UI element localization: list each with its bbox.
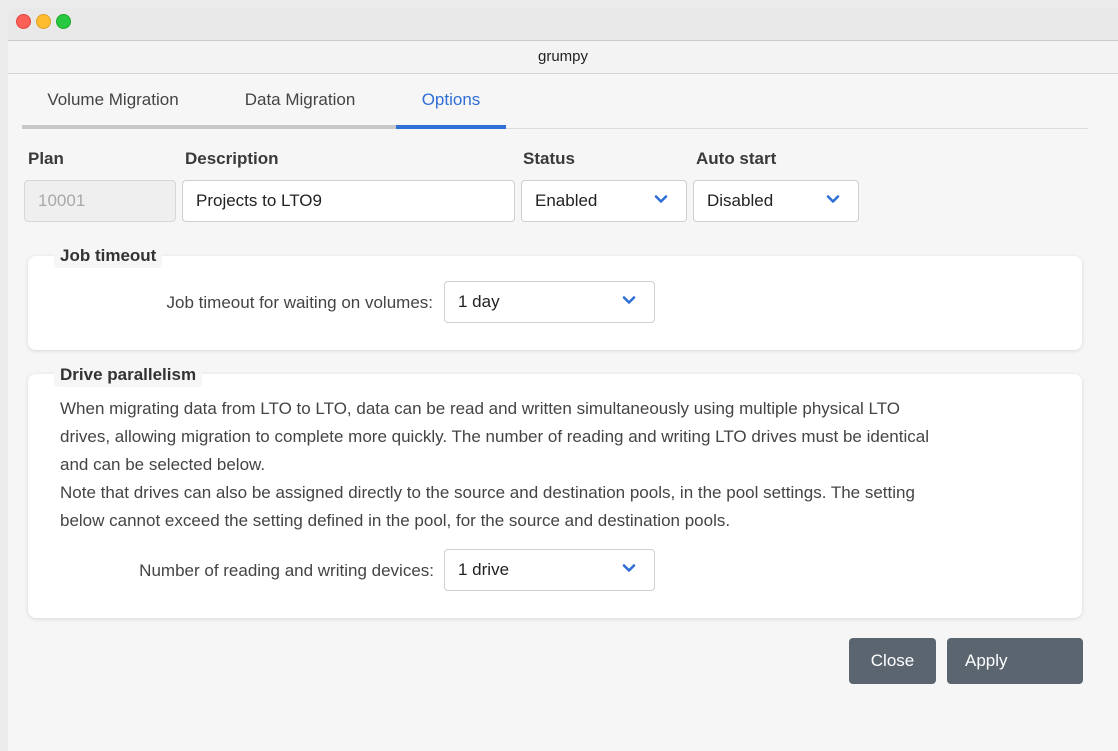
tab-underline [204,125,396,129]
status-select[interactable]: Enabled [521,180,687,222]
tab-label: Data Migration [244,90,356,109]
plan-label: Plan [28,149,64,168]
window-title: grumpy [8,40,1118,74]
tab-underline-active [396,125,506,129]
description-label: Description [185,149,279,168]
plan-field: 10001 [24,180,176,222]
status-label: Status [523,149,575,168]
devices-label: Number of reading and writing devices: [139,561,434,580]
drive-parallelism-description: When migrating data from LTO to LTO, dat… [60,395,1060,535]
close-window-button[interactable] [16,14,31,29]
drive-parallelism-heading: Drive parallelism [54,363,203,387]
description-line: When migrating data from LTO to LTO, dat… [60,399,901,418]
close-button[interactable]: Close [849,638,936,684]
job-timeout-value: 1 day [458,292,500,311]
tab-data-migration[interactable]: Data Migration [204,86,396,129]
status-value: Enabled [535,191,598,210]
tab-options[interactable]: Options [396,86,506,129]
description-line: drives, allowing migration to complete m… [60,427,929,446]
description-line: Note that drives can also be assigned di… [60,483,915,502]
window-titlebar [8,8,1118,40]
job-timeout-label: Job timeout for waiting on volumes: [166,293,433,312]
zoom-window-button[interactable] [56,14,71,29]
chevron-down-icon [826,192,840,206]
description-line: and can be selected below. [60,455,266,474]
description-line: below cannot exceed the setting defined … [60,511,731,530]
tab-volume-migration[interactable]: Volume Migration [22,86,204,129]
job-timeout-panel: Job timeout for waiting on volumes: 1 da… [28,256,1082,350]
description-field[interactable]: Projects to LTO9 [182,180,515,222]
apply-button[interactable]: Apply [947,638,1083,684]
tab-label: Options [421,90,481,109]
tab-label: Volume Migration [47,90,179,109]
auto-start-value: Disabled [707,191,774,210]
auto-start-label: Auto start [696,149,777,168]
chevron-down-icon [622,561,636,575]
job-timeout-select[interactable]: 1 day [444,281,655,323]
auto-start-select[interactable]: Disabled [693,180,859,222]
devices-value: 1 drive [458,560,510,579]
job-timeout-heading: Job timeout [54,244,163,268]
app-window: grumpy Volume Migration Data Migration O… [8,8,1118,751]
chevron-down-icon [622,293,636,307]
minimize-window-button[interactable] [36,14,51,29]
devices-select[interactable]: 1 drive [444,549,655,591]
chevron-down-icon [654,192,668,206]
tab-underline [22,125,204,129]
tab-bar: Volume Migration Data Migration Options [22,86,1088,129]
